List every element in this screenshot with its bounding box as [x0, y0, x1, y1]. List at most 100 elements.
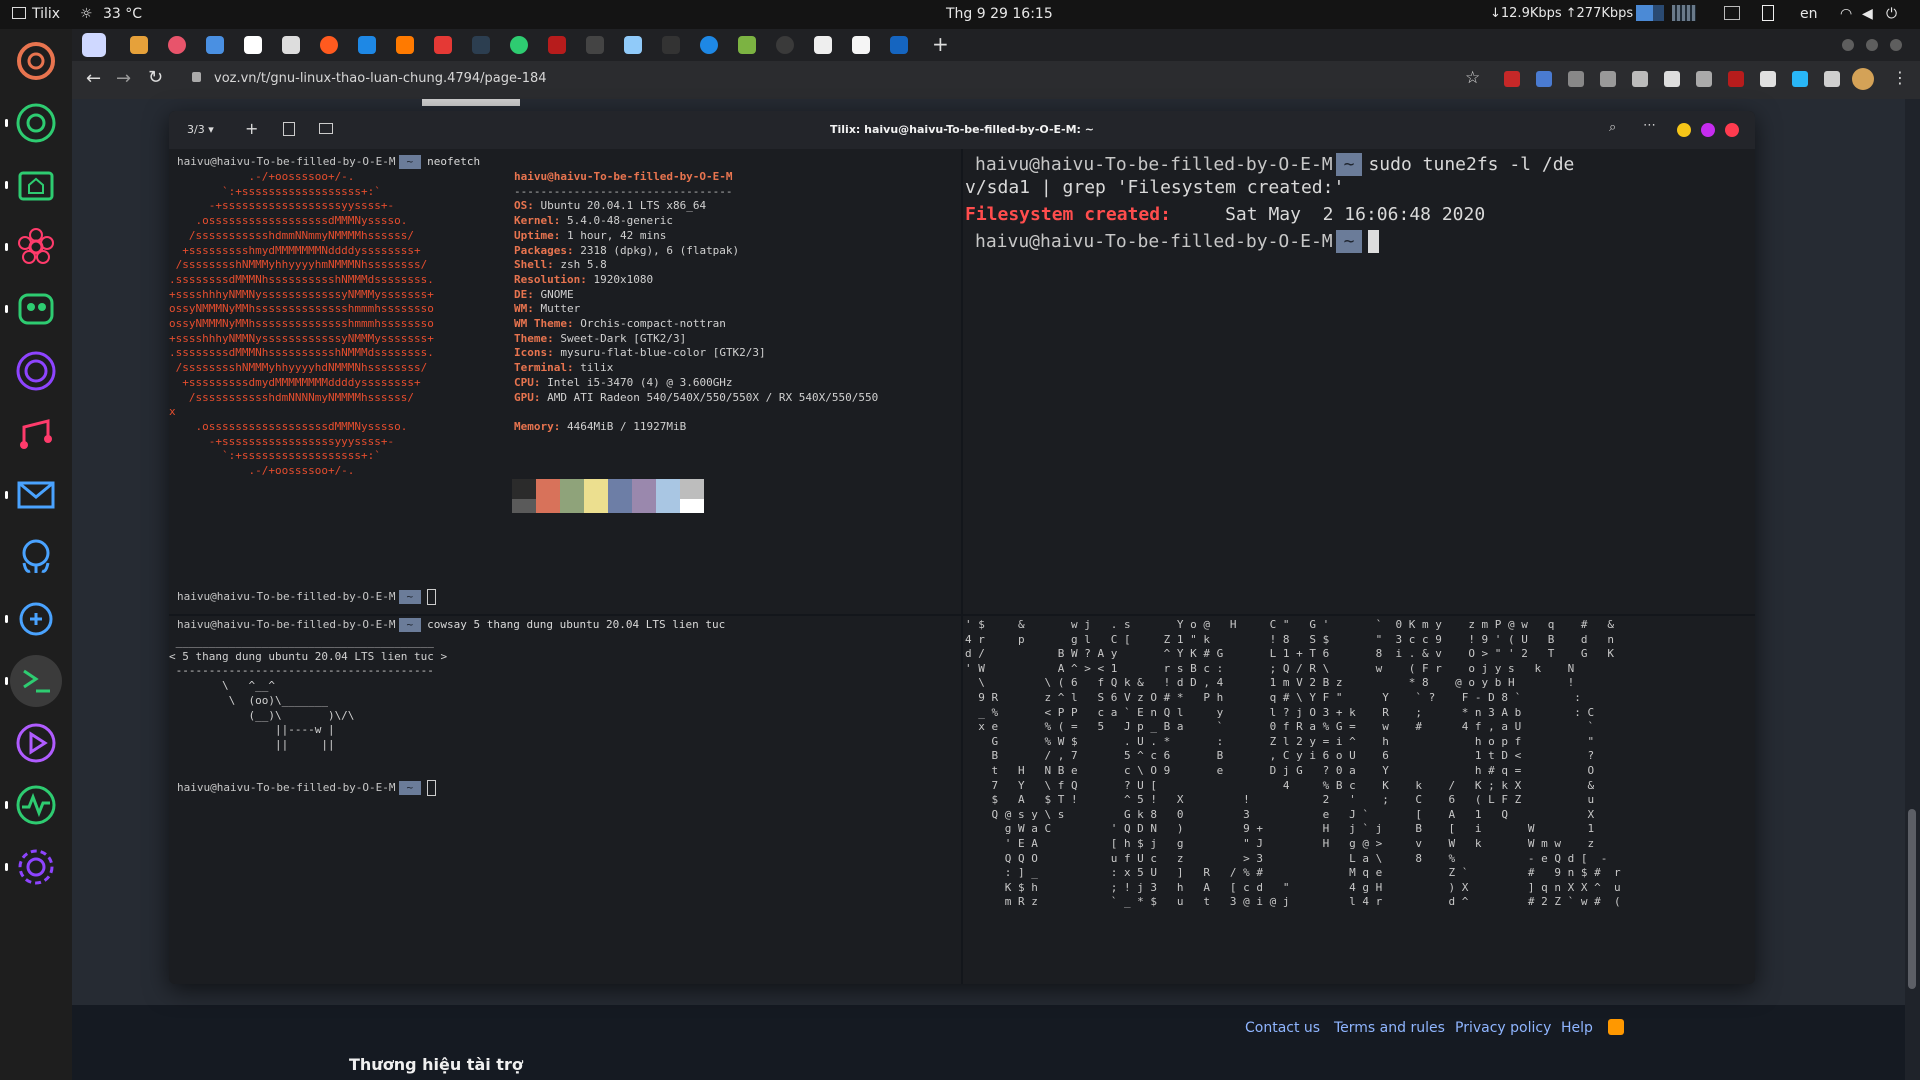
back-button[interactable]: ← — [86, 68, 101, 89]
translate-extension-icon[interactable] — [1536, 71, 1552, 87]
terminal-pane-cowsay[interactable]: haivu@haivu-To-be-filled-by-O-E-M ~ cowsay… — [169, 616, 961, 984]
extension-icon[interactable] — [1600, 71, 1616, 87]
cowsay-art: _______________________________________ — [169, 635, 434, 648]
tab-icon[interactable] — [586, 36, 604, 54]
maximize-window-button[interactable] — [1701, 123, 1715, 137]
cowsay-line: --------------------------------------- — [169, 664, 434, 678]
extension-icon[interactable] — [1792, 71, 1808, 87]
matrix-chars: G % W $ . U . * : Z l 2 y = i ^ h h o p … — [965, 734, 1595, 748]
tab-icon[interactable] — [510, 36, 528, 54]
close-window-button[interactable] — [1725, 123, 1739, 137]
extensions-puzzle-icon[interactable] — [1824, 71, 1840, 87]
prompt-user: haivu@haivu-To-be-filled-by-O-E-M — [177, 781, 396, 794]
minimize-button[interactable] — [1842, 39, 1854, 51]
terminal-pane-tune2fs[interactable]: haivu@haivu-To-be-filled-by-O-E-M ~ sudo t… — [963, 149, 1755, 614]
tab-icon[interactable] — [776, 36, 794, 54]
tab-icon[interactable] — [890, 36, 908, 54]
dock-tilix[interactable] — [5, 655, 62, 707]
extension-icon[interactable] — [1632, 71, 1648, 87]
extension-icon[interactable] — [1728, 71, 1744, 87]
dock-music[interactable] — [10, 407, 62, 459]
footer-link-privacy[interactable]: Privacy policy — [1455, 1020, 1551, 1036]
dock-files[interactable] — [5, 159, 62, 211]
address-bar[interactable]: voz.vn/t/gnu-linux-thao-luan-chung.4794/… — [214, 71, 547, 86]
terminal-cursor — [427, 780, 437, 796]
activities-app-menu[interactable]: Tilix — [12, 6, 60, 22]
active-tab-wordpress-icon[interactable] — [82, 33, 106, 57]
dock-app-skype[interactable] — [5, 593, 62, 645]
dock-browser[interactable] — [5, 97, 62, 149]
tab-icon[interactable] — [206, 36, 224, 54]
tab-icon[interactable] — [700, 36, 718, 54]
matrix-chars: _ % < P P c a ` E n Q l y l ? j O 3 + k … — [965, 705, 1595, 719]
page-scrollbar[interactable] — [1905, 99, 1920, 1080]
terminal-pane-neofetch[interactable]: haivu@haivu-To-be-filled-by-O-E-M ~ neofet… — [169, 149, 961, 614]
terminal-pane-matrix[interactable]: ' $ & w j . s Y o @ H C " G ' ` 0 K m y … — [963, 616, 1755, 984]
dock-app-octopus[interactable] — [10, 531, 62, 583]
tab-icon[interactable] — [548, 36, 566, 54]
wifi-icon[interactable]: ◠ — [1840, 6, 1852, 22]
neofetch-logo-line: ossyNMMMNyMMhsssssssssssssshmmmhssssssso — [169, 317, 434, 331]
tab-icon[interactable] — [624, 36, 642, 54]
tab-icon[interactable] — [244, 36, 262, 54]
more-icon[interactable]: ⋯ — [1643, 118, 1656, 133]
power-icon[interactable]: ⏻ — [1886, 6, 1897, 22]
tab-icon[interactable] — [168, 36, 186, 54]
new-tab-button[interactable]: + — [932, 32, 949, 56]
network-speed[interactable]: ↓12.9Kbps ↑277Kbps — [1490, 6, 1633, 21]
weather-indicator[interactable]: ☼ 33 °C — [80, 6, 142, 22]
info-key: OS — [514, 199, 528, 213]
footer-link-contact[interactable]: Contact us — [1245, 1020, 1320, 1036]
minimize-window-button[interactable] — [1677, 123, 1691, 137]
language-indicator[interactable]: en — [1800, 6, 1818, 22]
ubuntu-logo-icon — [17, 42, 55, 80]
tab-icon[interactable] — [814, 36, 832, 54]
dock-app-flower[interactable] — [5, 221, 62, 273]
cowsay-art: ||----w | — [169, 723, 335, 737]
tab-icon[interactable] — [472, 36, 490, 54]
scrollbar-thumb[interactable] — [1908, 809, 1916, 989]
system-monitor-graph[interactable] — [1636, 5, 1697, 25]
bookmark-star-icon[interactable]: ☆ — [1465, 68, 1480, 88]
clipboard-icon[interactable] — [1762, 5, 1774, 25]
footer-link-terms[interactable]: Terms and rules — [1334, 1020, 1445, 1036]
footer-link-help[interactable]: Help — [1561, 1020, 1593, 1036]
tab-icon[interactable] — [434, 36, 452, 54]
tab-icon[interactable] — [662, 36, 680, 54]
tab-icon[interactable] — [358, 36, 376, 54]
tab-icon[interactable] — [282, 36, 300, 54]
chat-icon — [19, 602, 53, 636]
extension-icon[interactable] — [1664, 71, 1680, 87]
clock[interactable]: Thg 9 29 16:15 — [946, 6, 1053, 22]
info-sep: : — [566, 317, 581, 330]
dock-video-player[interactable] — [10, 717, 62, 769]
rss-icon[interactable] — [1608, 1019, 1624, 1035]
dock-app-moon[interactable] — [10, 345, 62, 397]
search-icon[interactable]: ⌕ — [1609, 120, 1616, 135]
tab-icon[interactable] — [130, 36, 148, 54]
extension-icon[interactable] — [1568, 71, 1584, 87]
tab-icon[interactable] — [396, 36, 414, 54]
dock-settings[interactable] — [5, 841, 62, 893]
avatar[interactable] — [1852, 68, 1874, 90]
extension-icon[interactable] — [1504, 71, 1520, 87]
dock-system-monitor[interactable] — [5, 779, 62, 831]
extension-icon[interactable] — [1760, 71, 1776, 87]
extension-icon[interactable] — [1696, 71, 1712, 87]
reload-button[interactable]: ↻ — [148, 67, 163, 88]
tab-icon[interactable] — [320, 36, 338, 54]
dock-app-bird[interactable] — [5, 283, 62, 335]
palette-swatch — [632, 479, 656, 499]
dock-mail[interactable] — [5, 469, 62, 521]
gear-icon — [18, 849, 54, 885]
volume-icon[interactable]: ◀ — [1862, 6, 1873, 22]
close-window-button[interactable] — [1890, 39, 1902, 51]
more-menu-icon[interactable]: ⋮ — [1892, 68, 1908, 87]
screenshot-icon[interactable] — [1724, 6, 1740, 24]
tab-icon[interactable] — [852, 36, 870, 54]
tab-icon[interactable] — [738, 36, 756, 54]
dock-ubuntu-software[interactable] — [10, 35, 62, 87]
lock-icon[interactable] — [192, 72, 201, 82]
maximize-button[interactable] — [1866, 39, 1878, 51]
forward-button[interactable]: → — [116, 68, 131, 89]
